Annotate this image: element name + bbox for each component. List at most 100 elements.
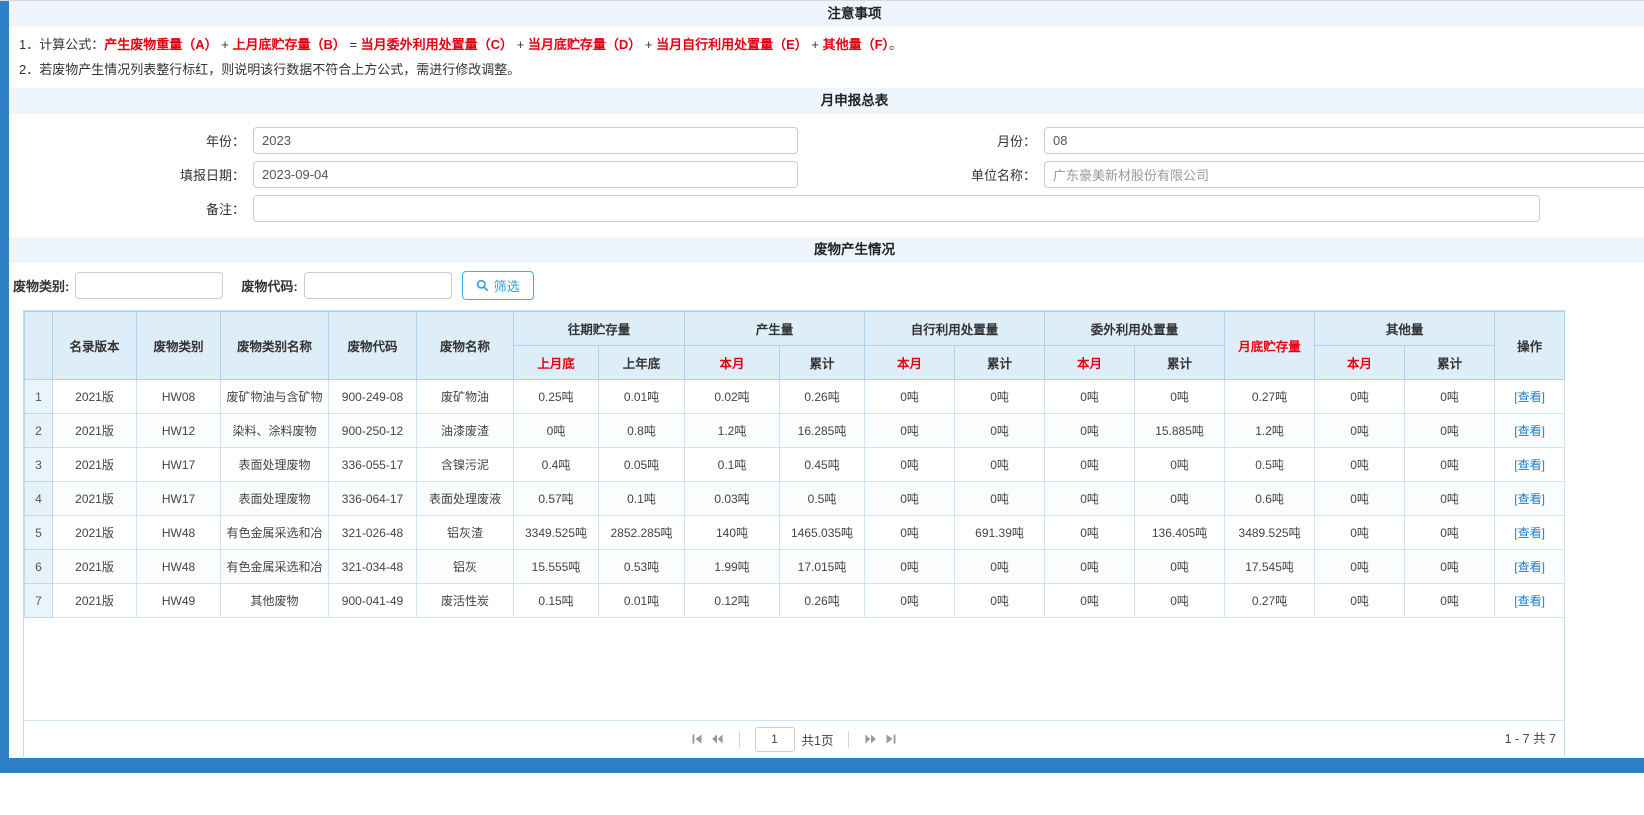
year-label: 年份： [9, 131, 253, 150]
view-link[interactable]: [查看] [1514, 458, 1545, 472]
view-link[interactable]: [查看] [1514, 492, 1545, 506]
next-page-button[interactable] [864, 733, 878, 745]
formula-sep1: + [218, 37, 233, 52]
grid-head: 名录版本废物类别废物类别名称废物代码废物名称往期贮存量产生量自行利用处置量委外利… [25, 312, 1565, 380]
data-cell: 0.6吨 [1225, 482, 1315, 516]
waste-code-label: 废物代码: [241, 276, 303, 295]
view-link[interactable]: [查看] [1514, 424, 1545, 438]
action-cell: [查看] [1495, 584, 1565, 618]
company-name-input[interactable] [1044, 161, 1644, 188]
view-link[interactable]: [查看] [1514, 390, 1545, 404]
page-number-input[interactable] [755, 727, 795, 752]
sub-column-header[interactable]: 累计 [780, 346, 865, 380]
column-header[interactable]: 自行利用处置量 [865, 312, 1045, 346]
sub-column-header[interactable]: 本月 [865, 346, 955, 380]
table-row[interactable]: 32021版HW17表面处理废物336-055-17含镍污泥0.4吨0.05吨0… [25, 448, 1565, 482]
data-cell: 表面处理废物 [221, 482, 329, 516]
column-header[interactable]: 废物类别名称 [221, 312, 329, 380]
column-header[interactable]: 废物类别 [137, 312, 221, 380]
data-cell: 0吨 [1315, 550, 1405, 584]
data-cell: 0.4吨 [514, 448, 599, 482]
column-header[interactable]: 委外利用处置量 [1045, 312, 1225, 346]
data-cell: 0吨 [865, 380, 955, 414]
data-cell: 336-055-17 [329, 448, 417, 482]
data-cell: 3489.525吨 [1225, 516, 1315, 550]
data-cell: HW48 [137, 550, 221, 584]
sub-column-header[interactable]: 累计 [955, 346, 1045, 380]
data-cell: 16.285吨 [780, 414, 865, 448]
pager-divider [848, 731, 849, 748]
data-cell: 0吨 [1315, 448, 1405, 482]
data-cell: 2021版 [53, 414, 137, 448]
column-header[interactable]: 操作 [1495, 312, 1565, 380]
table-row[interactable]: 62021版HW48有色金属采选和冶321-034-48铝灰15.555吨0.5… [25, 550, 1565, 584]
data-cell: 0.01吨 [599, 584, 685, 618]
sub-column-header[interactable]: 累计 [1405, 346, 1495, 380]
data-cell: 3349.525吨 [514, 516, 599, 550]
data-cell: 2852.285吨 [599, 516, 685, 550]
data-cell: 321-026-48 [329, 516, 417, 550]
data-cell: 油漆废渣 [417, 414, 514, 448]
declaration-section-title: 月申报总表 [9, 88, 1644, 114]
data-cell: 691.39吨 [955, 516, 1045, 550]
column-header[interactable]: 产生量 [685, 312, 865, 346]
filter-button[interactable]: 筛选 [462, 271, 534, 300]
data-cell: 有色金属采选和冶 [221, 516, 329, 550]
column-header[interactable]: 废物名称 [417, 312, 514, 380]
table-row[interactable]: 52021版HW48有色金属采选和冶321-026-48铝灰渣3349.525吨… [25, 516, 1565, 550]
data-cell: 140吨 [685, 516, 780, 550]
notice-section-title: 注意事项 [9, 1, 1644, 27]
data-cell: 321-034-48 [329, 550, 417, 584]
data-cell: 0.45吨 [780, 448, 865, 482]
data-cell: 0.5吨 [1225, 448, 1315, 482]
waste-table: 名录版本废物类别废物类别名称废物代码废物名称往期贮存量产生量自行利用处置量委外利… [24, 311, 1565, 618]
data-cell: 0吨 [865, 482, 955, 516]
data-cell: 0吨 [865, 516, 955, 550]
waste-category-input[interactable] [75, 272, 223, 299]
remark-input[interactable] [253, 195, 1540, 222]
data-cell: 0吨 [1405, 414, 1495, 448]
data-cell: 0吨 [1135, 550, 1225, 584]
sub-column-header[interactable]: 本月 [1315, 346, 1405, 380]
data-cell: 1465.035吨 [780, 516, 865, 550]
view-link[interactable]: [查看] [1514, 526, 1545, 540]
formula-term-a: 产生废物重量（A） [104, 37, 217, 52]
first-page-button[interactable] [691, 733, 703, 745]
formula-term-d: 当月底贮存量（D） [528, 37, 641, 52]
prev-page-button[interactable] [710, 733, 724, 745]
month-input[interactable] [1044, 127, 1644, 154]
year-input[interactable] [253, 127, 798, 154]
action-cell: [查看] [1495, 380, 1565, 414]
sub-column-header[interactable]: 本月 [685, 346, 780, 380]
fill-date-input[interactable] [253, 161, 798, 188]
sub-column-header[interactable]: 上月底 [514, 346, 599, 380]
table-row[interactable]: 12021版HW08废矿物油与含矿物900-249-08废矿物油0.25吨0.0… [25, 380, 1565, 414]
sub-column-header[interactable]: 本月 [1045, 346, 1135, 380]
data-cell: 0.03吨 [685, 482, 780, 516]
table-row[interactable]: 42021版HW17表面处理废物336-064-17表面处理废液0.57吨0.1… [25, 482, 1565, 516]
data-cell: 0.5吨 [780, 482, 865, 516]
table-row[interactable]: 22021版HW12染料、涂料废物900-250-12油漆废渣0吨0.8吨1.2… [25, 414, 1565, 448]
data-cell: 1.2吨 [1225, 414, 1315, 448]
formula-sep3: + [513, 37, 528, 52]
data-cell: 0.1吨 [599, 482, 685, 516]
sub-column-header[interactable]: 累计 [1135, 346, 1225, 380]
data-cell: 0.15吨 [514, 584, 599, 618]
data-cell: 废矿物油与含矿物 [221, 380, 329, 414]
column-header[interactable]: 名录版本 [53, 312, 137, 380]
table-row[interactable]: 72021版HW49其他废物900-041-49废活性炭0.15吨0.01吨0.… [25, 584, 1565, 618]
data-cell: 0吨 [1135, 380, 1225, 414]
waste-code-input[interactable] [304, 272, 452, 299]
column-header[interactable]: 往期贮存量 [514, 312, 685, 346]
sub-column-header[interactable]: 上年底 [599, 346, 685, 380]
last-page-button[interactable] [885, 733, 897, 745]
column-header[interactable]: 其他量 [1315, 312, 1495, 346]
column-header[interactable]: 月底贮存量 [1225, 312, 1315, 380]
view-link[interactable]: [查看] [1514, 594, 1545, 608]
view-link[interactable]: [查看] [1514, 560, 1545, 574]
data-cell: 336-064-17 [329, 482, 417, 516]
data-cell: 2021版 [53, 482, 137, 516]
month-label: 月份： [798, 131, 1044, 150]
data-cell: 0.25吨 [514, 380, 599, 414]
column-header[interactable]: 废物代码 [329, 312, 417, 380]
